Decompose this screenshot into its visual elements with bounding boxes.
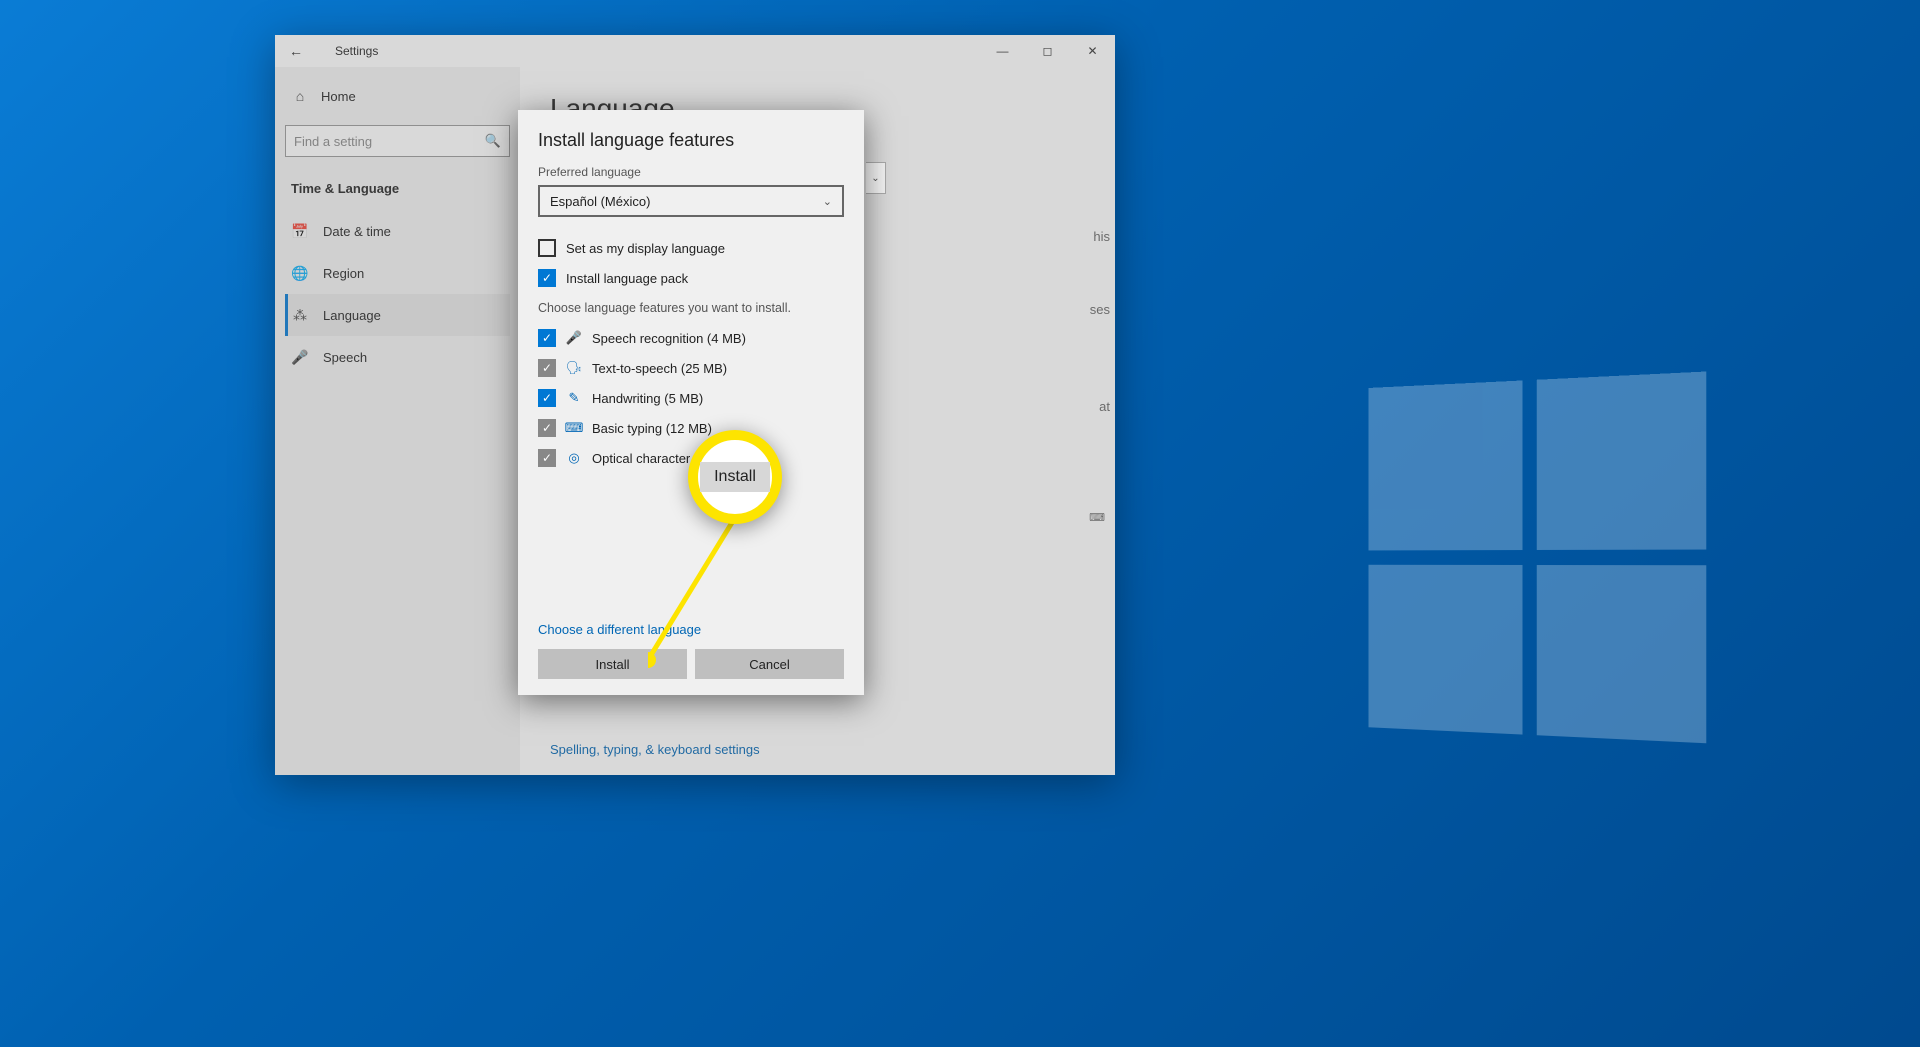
calendar-icon: 📅	[291, 222, 309, 240]
checkbox-speech-recognition[interactable]: ✓ 🎤 Speech recognition (4 MB)	[538, 323, 844, 353]
sidebar-section: Time & Language	[285, 175, 510, 210]
sidebar-item-label: Date & time	[323, 224, 391, 239]
option-label: Basic typing (12 MB)	[592, 421, 712, 436]
sidebar-item-datetime[interactable]: 📅 Date & time	[285, 210, 510, 252]
search-icon: 🔍	[485, 133, 501, 149]
home-label: Home	[321, 89, 356, 104]
back-icon[interactable]: ←	[289, 43, 309, 59]
checkbox-display-language[interactable]: Set as my display language	[538, 233, 844, 263]
callout-label: Install	[700, 462, 770, 492]
checkbox-checked-icon: ✓	[538, 329, 556, 347]
window-controls: — ◻ ✕	[980, 35, 1115, 67]
option-label: Set as my display language	[566, 241, 725, 256]
dropdown-value: Español (México)	[550, 194, 650, 209]
minimize-button[interactable]: —	[980, 35, 1025, 67]
checkbox-checked-icon: ✓	[538, 269, 556, 287]
install-language-dialog: Install language features Preferred lang…	[518, 110, 864, 695]
mic-icon: 🎤	[566, 330, 582, 346]
windows-logo-bg	[1368, 371, 1711, 748]
globe-icon: 🌐	[291, 264, 309, 282]
checkbox-basic-typing[interactable]: ✓ ⌨ Basic typing (12 MB)	[538, 413, 844, 443]
checkbox-checked-disabled-icon: ✓	[538, 449, 556, 467]
sidebar: ⌂ Home Find a setting 🔍 Time & Language …	[275, 67, 520, 775]
pen-icon: ✎	[566, 390, 582, 406]
sidebar-item-label: Speech	[323, 350, 367, 365]
choose-different-language-link[interactable]: Choose a different language	[538, 622, 844, 637]
checkbox-checked-disabled-icon: ✓	[538, 359, 556, 377]
related-settings-link[interactable]: Spelling, typing, & keyboard settings	[550, 742, 760, 757]
obscured-text: at	[1099, 399, 1110, 414]
cancel-button[interactable]: Cancel	[695, 649, 844, 679]
chevron-down-icon: ⌄	[823, 195, 832, 208]
option-label: Handwriting (5 MB)	[592, 391, 703, 406]
checkbox-language-pack[interactable]: ✓ Install language pack	[538, 263, 844, 293]
install-button[interactable]: Install	[538, 649, 687, 679]
checkbox-checked-icon: ✓	[538, 389, 556, 407]
obscured-text: his	[1093, 229, 1110, 244]
sidebar-home[interactable]: ⌂ Home	[285, 79, 510, 113]
speaker-icon: 🗣	[566, 360, 582, 376]
sidebar-item-speech[interactable]: 🎤 Speech	[285, 336, 510, 378]
ocr-icon: ◎	[566, 450, 582, 466]
close-button[interactable]: ✕	[1070, 35, 1115, 67]
option-label: Text-to-speech (25 MB)	[592, 361, 727, 376]
keyboard-icon: ⌨	[1089, 511, 1105, 524]
preferred-language-dropdown[interactable]: Español (México) ⌄	[538, 185, 844, 217]
dialog-title: Install language features	[538, 130, 844, 151]
keyboard-icon: ⌨	[566, 420, 582, 436]
checkbox-checked-disabled-icon: ✓	[538, 419, 556, 437]
app-title: Settings	[335, 44, 378, 58]
option-label: Speech recognition (4 MB)	[592, 331, 746, 346]
features-hint: Choose language features you want to ins…	[538, 301, 844, 315]
checkbox-tts[interactable]: ✓ 🗣 Text-to-speech (25 MB)	[538, 353, 844, 383]
checkbox-unchecked-icon	[538, 239, 556, 257]
option-label: Install language pack	[566, 271, 688, 286]
preferred-language-label: Preferred language	[538, 165, 844, 179]
maximize-button[interactable]: ◻	[1025, 35, 1070, 67]
sidebar-item-label: Language	[323, 308, 381, 323]
obscured-text: ses	[1090, 302, 1110, 317]
sidebar-item-label: Region	[323, 266, 364, 281]
sidebar-item-language[interactable]: ⁂ Language	[285, 294, 510, 336]
callout-highlight: Install	[688, 430, 782, 524]
obscured-dropdown-chevron[interactable]: ⌄	[866, 162, 886, 194]
search-input[interactable]: Find a setting 🔍	[285, 125, 510, 157]
search-placeholder: Find a setting	[294, 134, 372, 149]
home-icon: ⌂	[291, 87, 309, 105]
sidebar-item-region[interactable]: 🌐 Region	[285, 252, 510, 294]
titlebar: ← Settings — ◻ ✕	[275, 35, 1115, 67]
checkbox-handwriting[interactable]: ✓ ✎ Handwriting (5 MB)	[538, 383, 844, 413]
mic-icon: 🎤	[291, 348, 309, 366]
language-icon: ⁂	[291, 306, 309, 324]
